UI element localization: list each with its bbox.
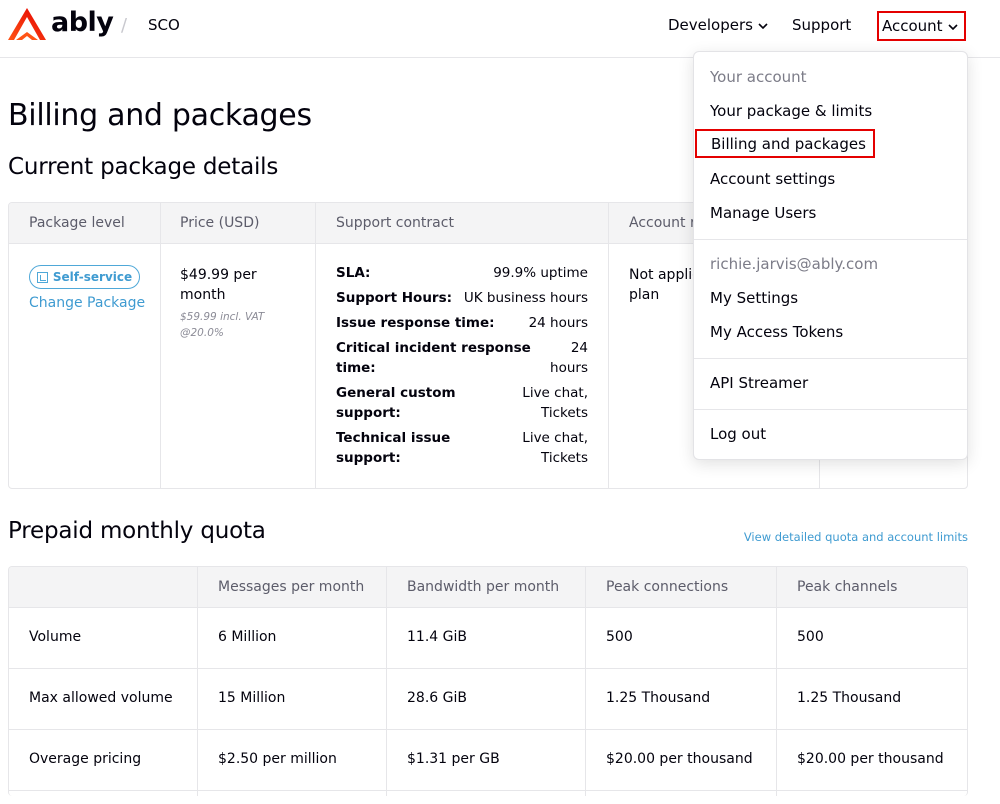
price-incl-vat: $59.99 incl. VAT @20.0% — [180, 309, 290, 341]
chevron-down-icon — [758, 23, 768, 29]
cell-messages: 6 Million — [218, 629, 277, 645]
ably-logo-text: ably — [51, 6, 114, 38]
cell-messages: 15 Million — [218, 690, 286, 706]
support-key: General custom — [336, 385, 456, 401]
cell-channels: 1.25 Thousand — [797, 690, 902, 706]
cell-connections: $20.00 per thousand — [606, 751, 753, 767]
support-key: support: — [336, 450, 401, 466]
support-row-hours: Support Hours: UK business hours — [336, 288, 588, 308]
badge-label: Self-service — [52, 270, 133, 284]
menu-item-billing-packages[interactable]: Billing and packages — [695, 129, 875, 158]
support-value: 24 — [570, 340, 588, 356]
support-key: Critical incident response — [336, 340, 531, 356]
change-package-link[interactable]: Change Package — [29, 295, 145, 311]
quota-table-header: Messages per month Bandwidth per month P… — [9, 567, 967, 608]
package-icon — [36, 271, 48, 283]
app-name[interactable]: SCO — [148, 16, 180, 34]
cell-channels: $20.00 per thousand — [797, 751, 944, 767]
support-key: time: — [336, 360, 376, 376]
table-row: Max allowed volume 15 Million 28.6 GiB 1… — [9, 669, 967, 730]
cell-connections: 1.25 Thousand — [606, 690, 711, 706]
vat-line: $59.99 incl. VAT — [180, 311, 265, 323]
support-link[interactable]: Support — [792, 16, 851, 34]
menu-item-package-limits[interactable]: Your package & limits — [710, 102, 872, 120]
support-value: hours — [550, 360, 588, 376]
vat-line: @20.0% — [180, 327, 224, 339]
price-line: month — [180, 287, 226, 303]
menu-item-log-out[interactable]: Log out — [710, 425, 766, 443]
row-label: Volume — [29, 629, 82, 645]
menu-item-manage-users[interactable]: Manage Users — [710, 204, 816, 222]
menu-item-api-streamer[interactable]: API Streamer — [710, 374, 808, 392]
price-value: $49.99 per month — [180, 265, 300, 305]
account-dropdown-menu: Your account Your package & limits Billi… — [693, 51, 968, 460]
menu-user-email: richie.jarvis@ably.com — [710, 255, 879, 273]
support-row-general-custom: General custom support: Live chat, Ticke… — [336, 383, 588, 423]
support-value: Live chat, — [522, 430, 588, 446]
support-key: support: — [336, 405, 401, 421]
support-row-issue-response: Issue response time: 24 hours — [336, 313, 588, 333]
menu-divider — [694, 409, 967, 410]
menu-divider — [694, 358, 967, 359]
menu-item-account-settings[interactable]: Account settings — [710, 170, 835, 188]
support-value: UK business hours — [463, 290, 588, 306]
column-divider — [608, 203, 609, 488]
table-row: Volume 6 Million 11.4 GiB 500 500 — [9, 608, 967, 669]
top-navigation-bar: ably / SCO Developers Support Account — [0, 0, 1000, 58]
header-price: Price (USD) — [180, 215, 260, 231]
breadcrumb-separator: / — [121, 15, 128, 36]
header-package-level: Package level — [29, 215, 125, 231]
quota-header-channels: Peak channels — [797, 579, 898, 595]
row-label: Max allowed volume — [29, 690, 173, 706]
support-row-critical-incident: Critical incident response time: 24 hour… — [336, 338, 588, 378]
support-value: 99.9% uptime — [493, 265, 588, 281]
column-divider — [160, 203, 161, 488]
cell-bandwidth: 28.6 GiB — [407, 690, 467, 706]
support-key: Support Hours: — [336, 290, 453, 306]
account-label: Account — [882, 17, 943, 35]
support-label: Support — [792, 16, 852, 34]
cell-connections: 500 — [606, 629, 633, 645]
header-support-contract: Support contract — [336, 215, 454, 231]
chevron-down-icon — [948, 24, 958, 30]
quota-header-messages: Messages per month — [218, 579, 365, 595]
support-key: Technical issue — [336, 430, 451, 446]
cell-bandwidth: 11.4 GiB — [407, 629, 467, 645]
support-value: Tickets — [541, 450, 588, 466]
cell-messages: $2.50 per million — [218, 751, 337, 767]
menu-item-my-settings[interactable]: My Settings — [710, 289, 798, 307]
ably-logo-icon — [8, 8, 46, 40]
support-value: Live chat, — [522, 385, 588, 401]
support-key: SLA: — [336, 265, 371, 281]
support-key: Issue response time: — [336, 315, 495, 331]
developers-menu[interactable]: Developers — [668, 16, 768, 34]
support-value: 24 hours — [528, 315, 588, 331]
row-label: Overage pricing — [29, 751, 142, 767]
support-row-sla: SLA: 99.9% uptime — [336, 263, 588, 283]
account-menu-button[interactable]: Account — [877, 11, 966, 41]
price-line: $49.99 per — [180, 267, 257, 283]
page-title: Billing and packages — [8, 98, 312, 133]
quota-table: Messages per month Bandwidth per month P… — [8, 566, 968, 796]
support-value: Tickets — [541, 405, 588, 421]
quota-header-connections: Peak connections — [606, 579, 729, 595]
support-row-technical-issue: Technical issue support: Live chat, Tick… — [336, 428, 588, 468]
column-divider — [315, 203, 316, 488]
menu-item-access-tokens[interactable]: My Access Tokens — [710, 323, 843, 341]
ably-logo[interactable]: ably — [8, 6, 114, 40]
cell-bandwidth: $1.31 per GB — [407, 751, 500, 767]
quota-header-bandwidth: Bandwidth per month — [407, 579, 560, 595]
prepaid-quota-heading: Prepaid monthly quota — [8, 518, 266, 544]
package-level-badge: Self-service — [29, 265, 140, 289]
current-package-heading: Current package details — [8, 154, 279, 180]
detailed-quota-link[interactable]: View detailed quota and account limits — [744, 530, 968, 544]
menu-divider — [694, 239, 967, 240]
header-account: Account r — [629, 215, 696, 231]
menu-section-your-account: Your account — [710, 68, 807, 86]
developers-label: Developers — [668, 16, 753, 34]
table-row: Overage pricing $2.50 per million $1.31 … — [9, 730, 967, 791]
cell-channels: 500 — [797, 629, 824, 645]
